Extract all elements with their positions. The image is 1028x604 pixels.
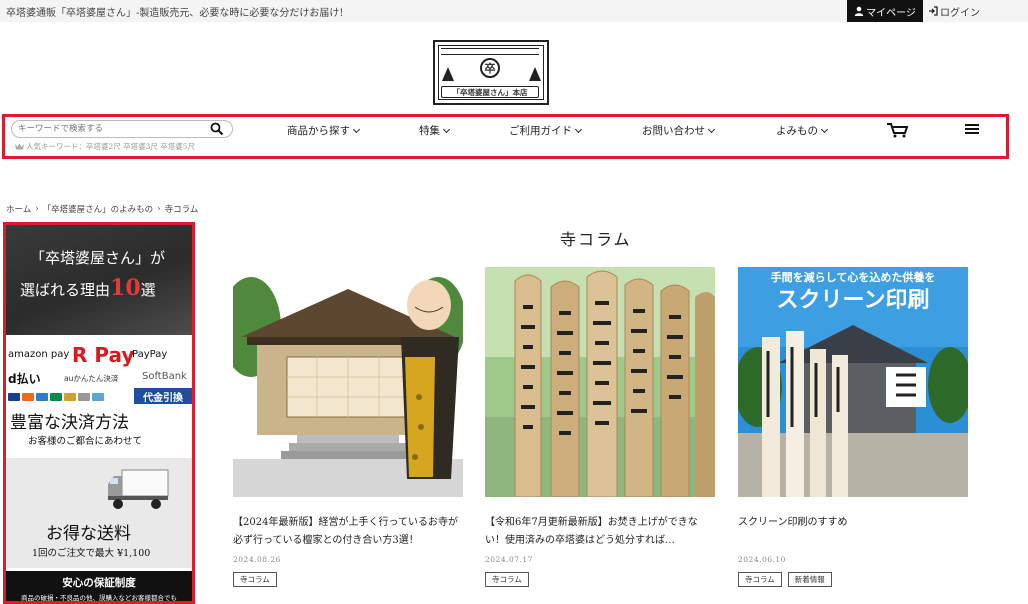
au-payment-logo: auかんたん決済 (64, 374, 119, 383)
hamburger-menu-icon[interactable] (965, 122, 981, 136)
logo-seal: 卒 (480, 58, 500, 78)
article-title[interactable]: 【令和6年7月更新最新版】お焚き上げができない！使用済みの卒塔婆はどう処分すれば… (485, 514, 715, 550)
popular-keywords: 人気キーワード：卒塔婆2尺 卒塔婆3尺 卒塔婆5尺 (15, 141, 195, 152)
chevron-down-icon (574, 125, 583, 133)
search-input[interactable] (18, 122, 198, 136)
credit-card-icons (8, 393, 104, 401)
banner-guarantee-subtitle: 商品の破損・不良品の他、誤購入などお客様都合でも (21, 594, 177, 602)
banner-payment[interactable]: amazon pay R Pay PayPay d払い auかんたん決済 Sof… (6, 341, 192, 453)
tag-link[interactable]: 寺コラム (233, 572, 277, 587)
banner-guarantee[interactable]: 安心の保証制度 商品の破損・不良品の他、誤購入などお客様都合でも (6, 571, 192, 602)
breadcrumb-item: 寺コラム (164, 205, 199, 215)
banner-reasons[interactable]: 「卒塔婆屋さん」が 選ばれる理由10選 (6, 225, 192, 335)
article-date: 2024.06.10 (738, 555, 786, 564)
article-date: 2024.07.17 (485, 555, 533, 564)
cash-on-delivery-label: 代金引換 (134, 388, 192, 404)
d-barai-logo: d払い (8, 372, 41, 386)
top-bar: 卒塔婆通販「卒塔婆屋さん」-製造販売元、必要な時に必要な分だけお届け! マイペー… (0, 0, 1028, 22)
nav-item-label: 特集 (419, 125, 440, 137)
banner-shipping-title: お得な送料 (46, 524, 131, 544)
article-thumbnail[interactable] (233, 267, 463, 497)
main-navigation: 人気キーワード：卒塔婆2尺 卒塔婆3尺 卒塔婆5尺 商品から探す 特集 ご利用ガ… (2, 114, 1009, 159)
chevron-down-icon (820, 125, 829, 133)
article-tags: 寺コラム 新着情報 (738, 572, 832, 587)
breadcrumb-item[interactable]: ホーム (6, 203, 31, 215)
paypay-logo: PayPay (132, 349, 168, 360)
nav-item-label: お問い合わせ (642, 125, 705, 137)
chevron-down-icon (442, 125, 451, 133)
banner-payment-subtitle: お客様のご都合にあわせて (28, 436, 143, 447)
banner-reasons-line1: 「卒塔婆屋さん」が (30, 249, 166, 267)
nav-item-contact[interactable]: お問い合わせ (642, 123, 716, 138)
banner-payment-title: 豊富な決済方法 (10, 413, 129, 433)
site-tagline: 卒塔婆通販「卒塔婆屋さん」-製造販売元、必要な時に必要な分だけお届け! (6, 8, 344, 19)
cart-icon[interactable] (886, 122, 910, 138)
crown-icon (15, 143, 24, 150)
tree-icon (442, 67, 454, 81)
tag-link[interactable]: 寺コラム (485, 572, 529, 587)
banner-shipping[interactable]: お得な送料 1回のご注文で最大 ¥1,100 (6, 458, 192, 568)
rakuten-pay-logo: R Pay (72, 343, 135, 367)
chevron-down-icon (352, 125, 361, 133)
login-icon (929, 6, 938, 16)
banner-shipping-subtitle: 1回のご注文で最大 ¥1,100 (32, 548, 151, 559)
chevron-down-icon (707, 125, 716, 133)
banner-reasons-line2: 選ばれる理由10選 (20, 275, 156, 301)
mypage-label: マイページ (866, 7, 916, 19)
article-title[interactable]: 【2024年最新版】経営が上手く行っているお寺が必ず行っている檀家との付き合い方… (233, 514, 463, 550)
breadcrumb: ホーム › 「卒塔婆屋さん」のよみもの › 寺コラム (6, 203, 198, 215)
nav-item-features[interactable]: 特集 (419, 123, 451, 138)
popular-keywords-label[interactable]: 人気キーワード：卒塔婆2尺 卒塔婆3尺 卒塔婆5尺 (26, 141, 195, 152)
page-title: 寺コラム (560, 230, 632, 249)
sidebar-banners: 「卒塔婆屋さん」が 選ばれる理由10選 amazon pay R Pay Pay… (3, 222, 195, 604)
nav-item-products[interactable]: 商品から探す (287, 123, 361, 138)
user-icon (854, 6, 864, 16)
login-link[interactable]: ログイン (928, 0, 980, 22)
mypage-button[interactable]: マイページ (847, 0, 923, 22)
search-icon[interactable] (210, 122, 224, 136)
login-label: ログイン (940, 7, 980, 19)
search-box (11, 120, 233, 138)
breadcrumb-item[interactable]: 「卒塔婆屋さん」のよみもの (43, 203, 154, 215)
truck-icon (108, 469, 169, 509)
tag-link[interactable]: 寺コラム (738, 572, 782, 587)
softbank-logo: SoftBank (142, 371, 187, 382)
nav-item-reading[interactable]: よみもの (776, 123, 829, 138)
breadcrumb-separator-icon: › (35, 204, 39, 214)
article-tags: 寺コラム (233, 572, 277, 587)
nav-item-guide[interactable]: ご利用ガイド (509, 123, 583, 138)
nav-item-label: 商品から探す (287, 125, 350, 137)
tree-icon (529, 67, 541, 81)
svg-text:スクリーン印刷: スクリーン印刷 (777, 287, 930, 313)
article-title[interactable]: スクリーン印刷のすすめ (738, 514, 968, 532)
site-logo[interactable]: 卒 「卒塔婆屋さん」本店 (433, 40, 549, 105)
article-thumbnail[interactable] (485, 267, 715, 497)
logo-name: 「卒塔婆屋さん」本店 (441, 86, 539, 98)
breadcrumb-separator-icon: › (157, 204, 161, 214)
article-date: 2024.08.26 (233, 555, 281, 564)
amazon-pay-logo: amazon pay (8, 349, 70, 360)
nav-item-label: よみもの (776, 125, 818, 137)
nav-item-label: ご利用ガイド (509, 125, 572, 137)
banner-guarantee-title: 安心の保証制度 (62, 577, 136, 589)
article-thumbnail[interactable]: 手間を減らして心を込めた供養を スクリーン印刷 (738, 267, 968, 497)
tag-link[interactable]: 新着情報 (787, 572, 832, 587)
svg-text:手間を減らして心を込めた供養を: 手間を減らして心を込めた供養を (771, 270, 936, 284)
article-tags: 寺コラム (485, 572, 529, 587)
